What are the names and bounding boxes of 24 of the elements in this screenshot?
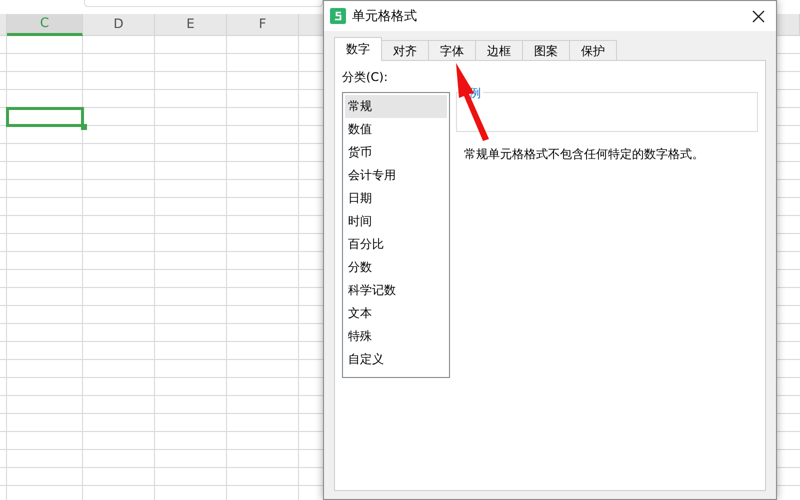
- category-item[interactable]: 常规: [345, 95, 447, 118]
- tab[interactable]: 保护: [569, 40, 617, 61]
- format-description: 常规单元格格式不包含任何特定的数字格式。: [463, 146, 705, 163]
- column-header[interactable]: F: [227, 14, 299, 36]
- category-item[interactable]: 时间: [345, 210, 447, 233]
- category-item[interactable]: 会计专用: [345, 164, 447, 187]
- category-item[interactable]: 自定义: [345, 348, 447, 371]
- tab[interactable]: 数字: [334, 37, 382, 61]
- category-item[interactable]: 货币: [345, 141, 447, 164]
- window-title: 单元格格式: [352, 8, 418, 25]
- close-icon: [752, 10, 764, 22]
- category-item[interactable]: 日期: [345, 187, 447, 210]
- category-item[interactable]: 科学记数: [345, 279, 447, 302]
- category-label: 分类(C):: [342, 69, 389, 86]
- category-item[interactable]: 数值: [345, 118, 447, 141]
- app-logo-icon: [330, 8, 346, 24]
- category-item[interactable]: 百分比: [345, 233, 447, 256]
- header-corner: [0, 14, 7, 36]
- column-header[interactable]: D: [83, 14, 155, 36]
- column-header[interactable]: E: [155, 14, 227, 36]
- category-item[interactable]: 特殊: [345, 325, 447, 348]
- formula-bar-field[interactable]: [84, 0, 323, 7]
- category-item[interactable]: 分数: [345, 256, 447, 279]
- category-item[interactable]: 文本: [345, 302, 447, 325]
